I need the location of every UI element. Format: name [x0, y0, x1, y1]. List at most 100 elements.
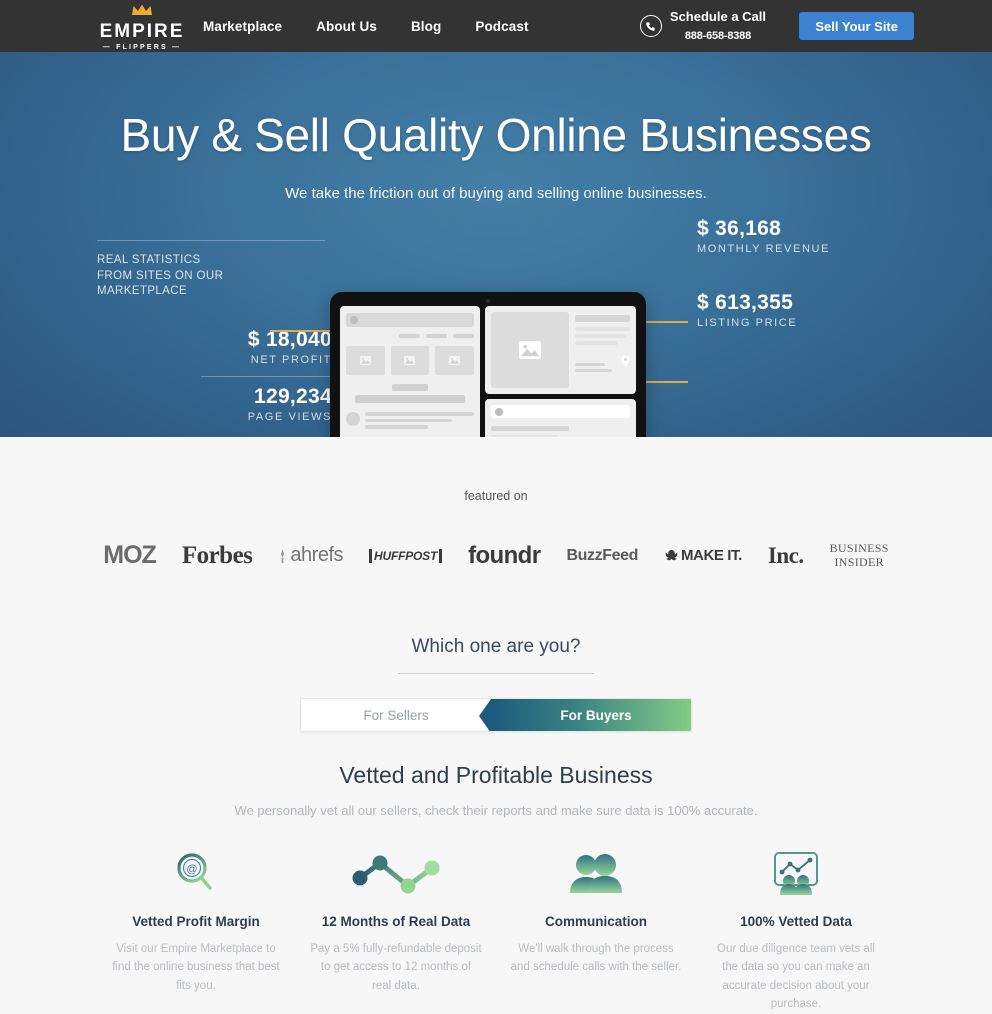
stat-monthly-revenue: $ 36,168 MONTHLY REVENUE: [697, 217, 830, 255]
press-logo-foundr: foundr: [468, 541, 541, 569]
nav-item-podcast[interactable]: Podcast: [475, 19, 528, 34]
press-logo-bi-line-2: INSIDER: [834, 554, 884, 569]
nav-item-marketplace[interactable]: Marketplace: [203, 19, 282, 34]
stats-kicker-line-1: REAL STATISTICS: [97, 254, 201, 266]
image-placeholder-icon: [490, 312, 569, 388]
stats-kicker-line-2: FROM SITES ON OUR: [97, 269, 224, 282]
stats-divider-top: [97, 240, 325, 241]
press-logo-row: MOZ Forbes ahrefs HUFFPOST foundr BuzzFe…: [0, 541, 992, 570]
stat-net-profit: $ 18,040 NET PROFIT: [97, 328, 335, 366]
wireframe-right-panel: [484, 306, 636, 437]
wireframe-search-bar: [490, 405, 630, 418]
stat-label: LISTING PRICE: [697, 317, 798, 330]
hero-stats-right: $ 36,168 MONTHLY REVENUE $ 613,355 LISTI…: [697, 217, 830, 365]
call-title: Schedule a Call: [669, 8, 766, 24]
which-one-divider: [398, 673, 594, 674]
laptop-screen: [330, 292, 646, 437]
crown-icon: [131, 3, 153, 21]
feature-title: Vetted Profit Margin: [132, 914, 260, 929]
press-logo-make-it: MAKE IT.: [664, 547, 742, 564]
site-logo[interactable]: EMPIRE — FLIPPERS —: [88, 2, 196, 52]
press-logo-ahrefs-text: ahrefs: [290, 544, 344, 566]
wireframe-detail-card: [484, 399, 636, 437]
sell-your-site-button[interactable]: Sell Your Site: [799, 12, 914, 40]
main-navigation: Marketplace About Us Blog Podcast: [203, 19, 529, 34]
stat-value: 129,234: [253, 384, 332, 408]
image-placeholder-icon: [346, 346, 385, 375]
feature-title: 100% Vetted Data: [740, 914, 852, 929]
feature-communication: Communication We'll walk through the pro…: [496, 848, 696, 1014]
stats-kicker: REAL STATISTICS FROM SITES ON OUR MARKET…: [97, 253, 335, 300]
feature-100-percent-vetted-data: 100% Vetted Data Our due diligence team …: [696, 848, 896, 1014]
stats-kicker-line-3: MARKETPLACE: [97, 285, 188, 298]
magnifier-at-icon: @: [110, 848, 282, 900]
hero-title: Buy & Sell Quality Online Businesses: [120, 109, 872, 161]
wireframe-thumbnail-row: [346, 346, 474, 375]
vetted-title: Vetted and Profitable Business: [339, 762, 653, 788]
stat-value: $ 613,355: [697, 291, 794, 315]
call-phone-number: 888-658-8388: [684, 30, 751, 42]
nav-item-about-us[interactable]: About Us: [316, 19, 377, 34]
logo-tagline: — FLIPPERS —: [102, 44, 182, 51]
feature-description: Pay a 5% fully-refundable deposit to get…: [310, 943, 482, 992]
two-people-icon: [510, 848, 682, 900]
toggle-option-for-buyers[interactable]: For Buyers: [479, 699, 691, 731]
chart-board-people-icon: [710, 848, 882, 900]
site-header: EMPIRE — FLIPPERS — Marketplace About Us…: [0, 0, 992, 52]
press-logo-make-it-text: MAKE IT.: [680, 547, 742, 564]
wireframe-pill: [452, 334, 474, 338]
line-chart-dots-icon: [310, 848, 482, 900]
feature-columns: @ Vetted Profit Margin Visit our Empire …: [0, 848, 992, 1014]
feature-description: Our due diligence team vets all the data…: [717, 943, 875, 1011]
stat-label: NET PROFIT: [250, 353, 332, 366]
laptop-mockup: [330, 292, 646, 437]
featured-on-label: featured on: [464, 489, 528, 503]
press-logo-inc: Inc.: [767, 542, 804, 568]
wireframe-pill: [398, 334, 420, 338]
feature-description: We'll walk through the process and sched…: [510, 943, 682, 974]
wireframe-text-lines: [365, 412, 474, 432]
stat-page-views: 129,234 PAGE VIEWS: [97, 385, 335, 423]
wireframe-left-panel: [340, 306, 480, 437]
feature-vetted-profit-margin: @ Vetted Profit Margin Visit our Empire …: [96, 848, 296, 1014]
press-logo-buzzfeed: BuzzFeed: [566, 546, 638, 564]
feature-title: 12 Months of Real Data: [321, 914, 471, 929]
press-logo-ahrefs: ahrefs: [278, 544, 344, 567]
wireframe-title-bar: [355, 395, 465, 403]
nbc-peacock-icon: [665, 549, 678, 560]
press-logo-moz: MOZ: [103, 541, 157, 569]
wireframe-listing-card: [484, 306, 636, 394]
wireframe-search-icon: [494, 407, 503, 416]
which-one-section: Which one are you? For Sellers For Buyer…: [0, 636, 992, 732]
stat-label: MONTHLY REVENUE: [697, 243, 831, 256]
hero-section: Buy & Sell Quality Online Businesses We …: [0, 52, 992, 437]
wireframe-list-item: [346, 412, 474, 432]
logo-wordmark: EMPIRE: [99, 21, 185, 42]
wireframe-header-bar: [346, 313, 474, 327]
which-one-title: Which one are you?: [411, 636, 581, 657]
wireframe-avatar-dot: [350, 316, 358, 324]
vetted-subtitle: We personally vet all our sellers, check…: [234, 803, 758, 818]
nav-item-blog[interactable]: Blog: [411, 19, 441, 34]
feature-12-months-of-real-data: 12 Months of Real Data Pay a 5% fully-re…: [296, 848, 496, 1014]
stat-listing-price: $ 613,355 LISTING PRICE: [697, 291, 830, 329]
stat-label: PAGE VIEWS: [247, 410, 332, 423]
audience-toggle[interactable]: For Sellers For Buyers: [300, 698, 692, 732]
vetted-section: Vetted and Profitable Business We person…: [0, 762, 992, 1014]
schedule-a-call[interactable]: Schedule a Call 888-658-8388: [639, 8, 766, 45]
press-logo-business-insider: BUSINESS INSIDER: [830, 541, 889, 570]
featured-on-section: featured on MOZ Forbes ahrefs HUFFPOST f…: [0, 437, 992, 570]
stat-value: $ 36,168: [697, 217, 782, 240]
press-logo-forbes: Forbes: [181, 541, 253, 569]
press-logo-huffpost: HUFFPOST: [369, 548, 443, 563]
ahrefs-mark-icon: [281, 548, 285, 563]
image-placeholder-icon: [390, 346, 430, 375]
wireframe-nav-pills: [346, 334, 474, 338]
image-placeholder-icon: [435, 346, 474, 375]
hero-subtitle: We take the friction out of buying and s…: [285, 184, 707, 202]
phone-icon: [639, 15, 662, 37]
toggle-option-for-sellers[interactable]: For Sellers: [301, 699, 491, 731]
laptop-camera-icon: [486, 299, 490, 303]
stats-divider-mid: [201, 375, 335, 377]
svg-text:@: @: [186, 864, 197, 876]
